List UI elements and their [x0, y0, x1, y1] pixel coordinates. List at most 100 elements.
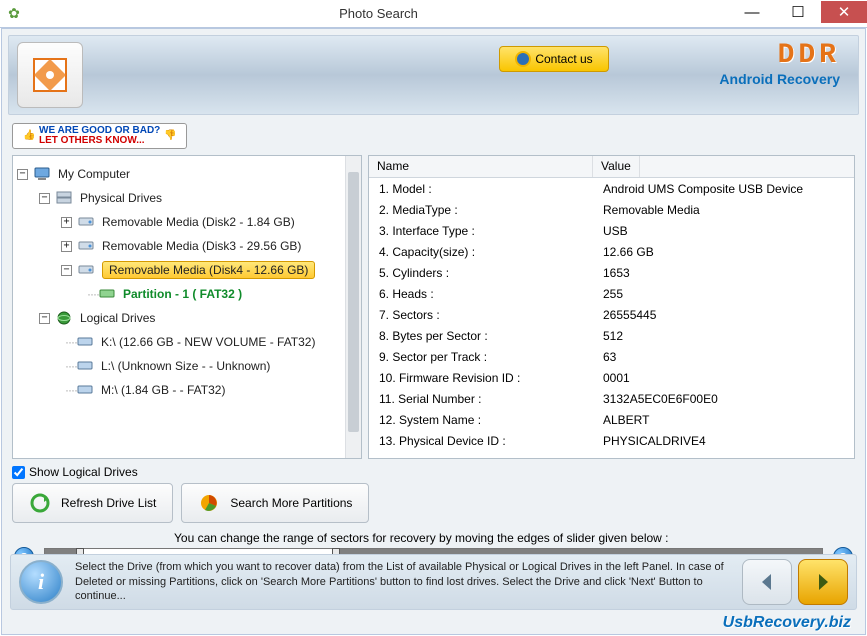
tree-logical[interactable]: − Logical Drives [17, 306, 357, 330]
drive-icon [78, 262, 98, 278]
col-value[interactable]: Value [593, 156, 640, 177]
prop-name: 7. Sectors : [369, 308, 601, 322]
prop-value: 1653 [601, 266, 630, 280]
close-button[interactable]: ✕ [821, 1, 867, 23]
tree-label: Logical Drives [80, 311, 155, 325]
prop-name: 9. Sector per Track : [369, 350, 601, 364]
tree-scrollbar[interactable] [345, 156, 361, 458]
prop-value: Android UMS Composite USB Device [601, 182, 803, 196]
show-logical-checkbox[interactable] [12, 466, 25, 479]
search-more-label: Search More Partitions [230, 496, 352, 510]
col-name[interactable]: Name [369, 156, 593, 177]
collapse-icon[interactable]: − [39, 193, 50, 204]
properties-pane: Name Value 1. Model :Android UMS Composi… [368, 155, 855, 459]
prop-value: ALBERT [601, 413, 649, 427]
minimize-button[interactable]: — [729, 1, 775, 23]
prop-name: 11. Serial Number : [369, 392, 601, 406]
tree-physical[interactable]: − Physical Drives [17, 186, 357, 210]
prop-name: 5. Cylinders : [369, 266, 601, 280]
tree-partition1[interactable]: ···· Partition - 1 ( FAT32 ) [17, 282, 357, 306]
tree-drive-l[interactable]: ···· L:\ (Unknown Size - - Unknown) [17, 354, 357, 378]
expand-icon[interactable]: + [61, 241, 72, 252]
property-row[interactable]: 2. MediaType :Removable Media [369, 199, 854, 220]
volume-icon [77, 382, 97, 398]
prop-name: 8. Bytes per Sector : [369, 329, 601, 343]
prop-name: 13. Physical Device ID : [369, 434, 601, 448]
prop-name: 12. System Name : [369, 413, 601, 427]
tree-label: M:\ (1.84 GB - - FAT32) [101, 383, 225, 397]
tree-label: Partition - 1 ( FAT32 ) [123, 287, 242, 301]
brand-title: DDR [719, 40, 840, 71]
tree-label-selected: Removable Media (Disk4 - 12.66 GB) [102, 261, 315, 279]
app-icon: ✿ [0, 0, 28, 28]
search-more-partitions-button[interactable]: Search More Partitions [181, 483, 369, 523]
pie-icon [198, 492, 220, 514]
property-row[interactable]: 12. System Name :ALBERT [369, 409, 854, 430]
property-row[interactable]: 7. Sectors :26555445 [369, 304, 854, 325]
show-logical-label: Show Logical Drives [29, 465, 138, 479]
prop-name: 6. Heads : [369, 287, 601, 301]
prop-value: Removable Media [601, 203, 700, 217]
prop-name: 1. Model : [369, 182, 601, 196]
tree-drive-k[interactable]: ···· K:\ (12.66 GB - NEW VOLUME - FAT32) [17, 330, 357, 354]
refresh-drive-list-button[interactable]: Refresh Drive List [12, 483, 173, 523]
tree-disk3[interactable]: + Removable Media (Disk3 - 29.56 GB) [17, 234, 357, 258]
prop-value: 3132A5EC0E6F00E0 [601, 392, 718, 406]
footer-bar: i Select the Drive (from which you want … [10, 554, 857, 610]
info-icon: i [19, 560, 63, 604]
property-row[interactable]: 6. Heads :255 [369, 283, 854, 304]
property-row[interactable]: 3. Interface Type :USB [369, 220, 854, 241]
drive-icon [78, 214, 98, 230]
tree-connector: ···· [87, 287, 99, 301]
contact-label: Contact us [535, 52, 592, 66]
collapse-icon[interactable]: − [17, 169, 28, 180]
tree-root-label: My Computer [58, 167, 130, 181]
property-row[interactable]: 9. Sector per Track :63 [369, 346, 854, 367]
property-row[interactable]: 11. Serial Number :3132A5EC0E6F00E0 [369, 388, 854, 409]
back-button[interactable] [742, 559, 792, 605]
property-row[interactable]: 1. Model :Android UMS Composite USB Devi… [369, 178, 854, 199]
tree-label: Removable Media (Disk2 - 1.84 GB) [102, 215, 295, 229]
tree-drive-m[interactable]: ···· M:\ (1.84 GB - - FAT32) [17, 378, 357, 402]
drive-stack-icon [56, 190, 76, 206]
tree-root[interactable]: − My Computer [17, 162, 357, 186]
app-logo [17, 42, 83, 108]
footer-text: Select the Drive (from which you want to… [63, 560, 736, 605]
contact-us-button[interactable]: Contact us [499, 46, 609, 72]
prop-name: 2. MediaType : [369, 203, 601, 217]
title-bar: ✿ Photo Search — ☐ ✕ [0, 0, 867, 28]
prop-name: 4. Capacity(size) : [369, 245, 601, 259]
thumb-up-icon: 👍 [23, 131, 35, 141]
collapse-icon[interactable]: − [61, 265, 72, 276]
contact-icon [515, 51, 531, 67]
prop-name: 3. Interface Type : [369, 224, 601, 238]
property-row[interactable]: 13. Physical Device ID :PHYSICALDRIVE4 [369, 430, 854, 451]
prop-name: 10. Firmware Revision ID : [369, 371, 601, 385]
property-row[interactable]: 8. Bytes per Sector :512 [369, 325, 854, 346]
expand-icon[interactable]: + [61, 217, 72, 228]
next-button[interactable] [798, 559, 848, 605]
tree-label: Removable Media (Disk3 - 29.56 GB) [102, 239, 301, 253]
drive-tree-pane: − My Computer − Physical Drives + Remova… [12, 155, 362, 459]
tree-disk4-selected[interactable]: − Removable Media (Disk4 - 12.66 GB) [17, 258, 357, 282]
property-row[interactable]: 5. Cylinders :1653 [369, 262, 854, 283]
collapse-icon[interactable]: − [39, 313, 50, 324]
globe-drive-icon [56, 310, 76, 326]
prop-value: PHYSICALDRIVE4 [601, 434, 706, 448]
tree-label: Physical Drives [80, 191, 162, 205]
property-row[interactable]: 4. Capacity(size) :12.66 GB [369, 241, 854, 262]
tree-connector: ···· [65, 335, 77, 349]
partition-icon [99, 286, 119, 302]
prop-value: USB [601, 224, 628, 238]
property-row[interactable]: 10. Firmware Revision ID :0001 [369, 367, 854, 388]
prop-value: 12.66 GB [601, 245, 654, 259]
feedback-badge[interactable]: 👍 WE ARE GOOD OR BAD? LET OTHERS KNOW...… [12, 123, 187, 149]
maximize-button[interactable]: ☐ [775, 1, 821, 23]
badge-line2: LET OTHERS KNOW... [39, 135, 145, 146]
volume-icon [77, 358, 97, 374]
tree-connector: ···· [65, 383, 77, 397]
tree-disk2[interactable]: + Removable Media (Disk2 - 1.84 GB) [17, 210, 357, 234]
slider-hint: You can change the range of sectors for … [14, 531, 853, 545]
refresh-label: Refresh Drive List [61, 496, 156, 510]
tree-label: L:\ (Unknown Size - - Unknown) [101, 359, 270, 373]
